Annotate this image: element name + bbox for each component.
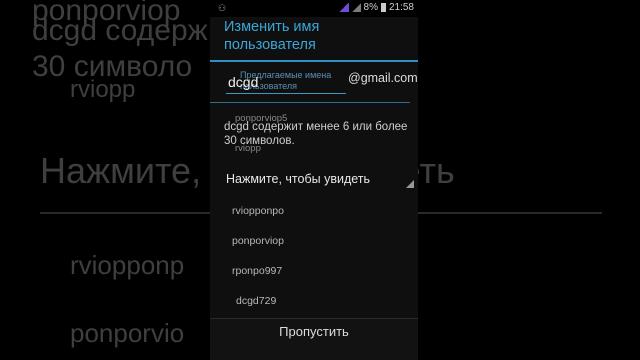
wifi-icon: [338, 3, 349, 12]
skip-button[interactable]: Пропустить: [210, 324, 418, 339]
bg-text: dcgd содерж: [32, 14, 208, 47]
bg-text: ponporvio: [70, 318, 185, 348]
show-suggestions-dropdown[interactable]: Нажмите, чтобы увидеть: [226, 172, 370, 186]
list-item[interactable]: rponpo997: [232, 265, 282, 277]
username-underline: [226, 93, 346, 94]
list-item[interactable]: ponporviop: [232, 235, 284, 247]
domain-suffix: @gmail.com: [348, 71, 418, 85]
username-input[interactable]: dcgd: [228, 74, 258, 90]
clock: 21:58: [388, 2, 414, 13]
field-divider: [210, 102, 410, 103]
phone-screen: ⚇ 8% 21:58 Изменить имя пользователя Пре…: [210, 0, 418, 360]
dialog-title: Изменить имя пользователя: [224, 19, 320, 53]
battery-icon: [380, 3, 386, 12]
dropdown-indicator-icon: [406, 180, 414, 188]
list-item[interactable]: rviopponpo: [232, 205, 284, 217]
list-item[interactable]: dcgd729: [236, 295, 276, 307]
suggestions-list: rviopponpo ponporviop rponpo997: [224, 193, 414, 311]
title-divider: [210, 60, 418, 62]
signal-icon: [351, 3, 361, 12]
status-bar: ⚇ 8% 21:58: [210, 0, 418, 17]
notification-icon: ⚇: [218, 3, 227, 13]
bg-text: rviopponp: [70, 250, 185, 280]
bg-text: rviopp: [70, 76, 136, 103]
error-message: dcgd содержит менее 6 или более 30 симво…: [224, 121, 408, 147]
battery-percent: 8%: [363, 2, 378, 13]
